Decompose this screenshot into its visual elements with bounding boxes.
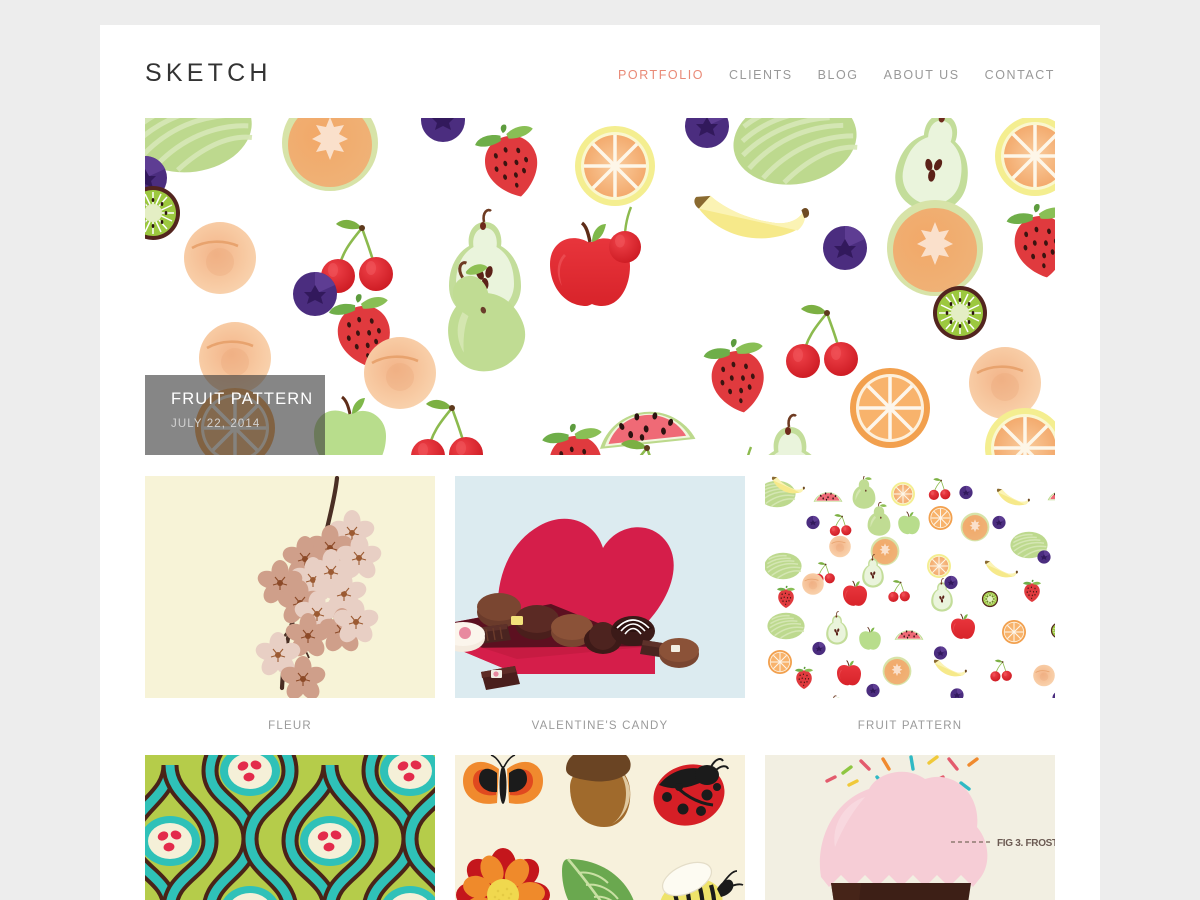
artwork-fruit-pattern-small — [765, 476, 1055, 698]
thumbnail-fleur[interactable] — [145, 476, 435, 698]
thumbnail-cupcake-diagram[interactable]: FIG 3. FROSTING FIG 2. CAKE — [765, 755, 1055, 900]
thumbnail-retro-pattern[interactable] — [145, 755, 435, 900]
nav-item-blog[interactable]: BLOG — [818, 68, 859, 82]
site-header: SKETCH PORTFOLIO CLIENTS BLOG ABOUT US C… — [100, 25, 1100, 118]
artwork-cherry-blossom-branch — [145, 476, 435, 698]
portfolio-item-retro-pattern[interactable] — [145, 755, 435, 900]
hero-caption-overlay: FRUIT PATTERN JULY 22, 2014 — [145, 375, 325, 455]
portfolio-item-fruit-pattern[interactable]: FRUIT PATTERN — [765, 476, 1055, 755]
thumbnail-caption-fruit-pattern: FRUIT PATTERN — [857, 720, 963, 732]
portfolio-grid: FLEUR VALENTINE'S CANDY FRUIT PATTERN FI… — [145, 476, 1055, 900]
page-container: SKETCH PORTFOLIO CLIENTS BLOG ABOUT US C… — [100, 25, 1100, 900]
nav-item-about-us[interactable]: ABOUT US — [884, 68, 960, 82]
nav-item-contact[interactable]: CONTACT — [985, 68, 1055, 82]
nav-item-clients[interactable]: CLIENTS — [729, 68, 793, 82]
portfolio-item-valentines-candy[interactable]: VALENTINE'S CANDY — [455, 476, 745, 755]
portfolio-item-fleur[interactable]: FLEUR — [145, 476, 435, 755]
portfolio-item-nature-icons[interactable] — [455, 755, 745, 900]
artwork-heart-chocolate-box — [455, 476, 745, 698]
artwork-nature-icons — [455, 755, 745, 900]
portfolio-item-cupcake-diagram[interactable]: FIG 3. FROSTING FIG 2. CAKE — [765, 755, 1055, 900]
hero-date: JULY 22, 2014 — [171, 417, 261, 430]
site-logo[interactable]: SKETCH — [145, 57, 272, 86]
thumbnail-nature-icons[interactable] — [455, 755, 745, 900]
thumbnail-fruit-pattern[interactable] — [765, 476, 1055, 698]
hero-featured-project[interactable]: FRUIT PATTERN JULY 22, 2014 — [145, 118, 1055, 455]
thumbnail-caption-valentines-candy: VALENTINE'S CANDY — [531, 720, 669, 732]
thumbnail-caption-fleur: FLEUR — [268, 720, 312, 732]
main-navigation: PORTFOLIO CLIENTS BLOG ABOUT US CONTACT — [618, 62, 1055, 82]
label-frosting-text: FIG 3. FROSTING — [997, 838, 1055, 849]
artwork-cupcake-diagram: FIG 3. FROSTING FIG 2. CAKE — [765, 755, 1055, 900]
nav-item-portfolio[interactable]: PORTFOLIO — [618, 68, 704, 82]
artwork-retro-ogee-pattern — [145, 755, 435, 900]
thumbnail-valentines-candy[interactable] — [455, 476, 745, 698]
hero-title: FRUIT PATTERN — [171, 390, 314, 408]
